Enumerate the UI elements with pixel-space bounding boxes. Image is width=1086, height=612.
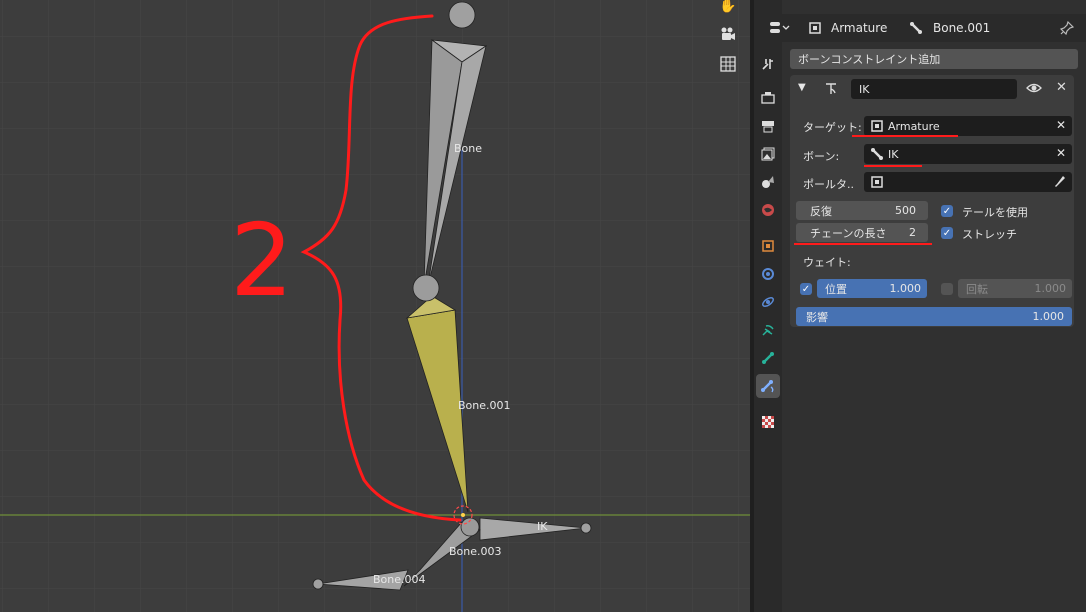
position-value: 1.000 — [889, 282, 922, 295]
properties-tab-bar — [754, 0, 782, 612]
bone004-label: Bone.004 — [373, 573, 426, 586]
object-icon[interactable] — [756, 234, 780, 258]
bone-field-icon — [870, 147, 884, 164]
clear-target-icon[interactable]: ✕ — [1056, 118, 1066, 132]
header-bone-icon — [909, 14, 923, 42]
position-weight-field[interactable]: 位置 1.000 — [817, 279, 927, 298]
rotation-checkbox[interactable] — [941, 283, 953, 295]
bone004-tail[interactable] — [312, 578, 324, 590]
rotation-label: 回転 — [966, 282, 988, 296]
properties-editor: Armature Bone.001 ボーンコンストレイント追加 ▼ IK ✕ タ… — [770, 0, 1086, 612]
constraints-icon[interactable] — [756, 318, 780, 342]
close-icon[interactable]: ✕ — [1056, 80, 1067, 95]
iterations-value: 500 — [895, 204, 916, 217]
eye-icon[interactable] — [1026, 81, 1042, 98]
camera-icon[interactable] — [716, 22, 740, 46]
use-tail-checkbox[interactable]: ✓ — [941, 205, 953, 217]
influence-value: 1.000 — [1032, 310, 1065, 323]
annotation-number: 2 — [230, 202, 294, 319]
chain-length-label: チェーンの長さ — [810, 226, 887, 240]
stretch-checkbox[interactable]: ✓ — [941, 227, 953, 239]
target-field[interactable]: Armature ✕ — [864, 116, 1072, 136]
viewport-scene[interactable]: Bone Bone.001 IK Bone.003 Bone.004 2 — [0, 0, 750, 612]
bone-icon[interactable] — [756, 346, 780, 370]
ik-bone-tail[interactable] — [580, 522, 592, 534]
position-label: 位置 — [825, 282, 847, 296]
armature-icon — [870, 119, 884, 136]
header-bone-name[interactable]: Bone.001 — [933, 14, 990, 42]
editor-type-icon[interactable] — [762, 14, 798, 42]
chain-length-value: 2 — [909, 226, 916, 239]
weight-label: ウェイト: — [803, 256, 851, 269]
modifiers-icon[interactable] — [756, 262, 780, 286]
physics-icon[interactable] — [756, 290, 780, 314]
bone001-label: Bone.001 — [458, 399, 511, 412]
chain-length-field[interactable]: チェーンの長さ 2 — [796, 223, 928, 242]
output-icon[interactable] — [756, 114, 780, 138]
ik-label: IK — [537, 520, 548, 533]
influence-label: 影響 — [806, 310, 828, 324]
scene-icon[interactable] — [756, 170, 780, 194]
rotation-value: 1.000 — [1034, 282, 1067, 295]
tool-icon[interactable] — [756, 52, 780, 76]
properties-header: Armature Bone.001 — [770, 14, 1086, 42]
ik-constraint-icon — [824, 81, 840, 100]
eyedropper-icon[interactable] — [1054, 175, 1066, 192]
use-tail-label: テールを使用 — [962, 206, 1028, 219]
target-underline — [852, 135, 958, 137]
pin-icon[interactable] — [1060, 14, 1074, 42]
world-icon[interactable] — [756, 198, 780, 222]
add-bone-constraint-button[interactable]: ボーンコンストレイント追加 — [790, 49, 1078, 69]
target-value: Armature — [888, 119, 940, 133]
bone-value: IK — [888, 147, 899, 161]
bone-label: ボーン: — [803, 150, 840, 163]
pole-target-label: ポールタ.. — [803, 178, 854, 191]
chain-length-underline — [794, 243, 932, 245]
influence-slider[interactable]: 影響 1.000 — [796, 307, 1072, 326]
3d-viewport[interactable]: Bone Bone.001 IK Bone.003 Bone.004 2 ✋ — [0, 0, 750, 612]
bone-head-joint[interactable] — [448, 1, 476, 29]
viewport-grid — [0, 0, 750, 612]
pole-target-field[interactable] — [864, 172, 1072, 192]
grid-icon[interactable] — [716, 52, 740, 76]
header-object-icon — [808, 14, 822, 42]
bone003-label: Bone.003 — [449, 545, 502, 558]
bone-field[interactable]: IK ✕ — [864, 144, 1072, 164]
iterations-field[interactable]: 反復 500 — [796, 201, 928, 220]
3d-cursor-center — [461, 513, 465, 517]
header-object-name[interactable]: Armature — [831, 14, 887, 42]
stretch-label: ストレッチ — [962, 228, 1017, 241]
position-checkbox[interactable]: ✓ — [800, 283, 812, 295]
rotation-weight-field[interactable]: 回転 1.000 — [958, 279, 1072, 298]
bone-underline — [864, 165, 922, 167]
bone001-joint[interactable] — [412, 274, 440, 302]
view-layer-icon[interactable] — [756, 142, 780, 166]
render-icon[interactable] — [756, 86, 780, 110]
constraint-name-field[interactable]: IK — [851, 79, 1017, 99]
clear-bone-icon[interactable]: ✕ — [1056, 146, 1066, 160]
bone-label: Bone — [454, 142, 482, 155]
iterations-label: 反復 — [810, 204, 832, 218]
texture-icon[interactable] — [756, 410, 780, 434]
pole-object-icon — [870, 175, 884, 192]
bone-constraint-icon[interactable] — [756, 374, 780, 398]
constraint-header: ▼ IK ✕ — [790, 75, 1074, 103]
collapse-arrow-icon[interactable]: ▼ — [798, 82, 806, 93]
target-label: ターゲット: — [803, 121, 862, 134]
